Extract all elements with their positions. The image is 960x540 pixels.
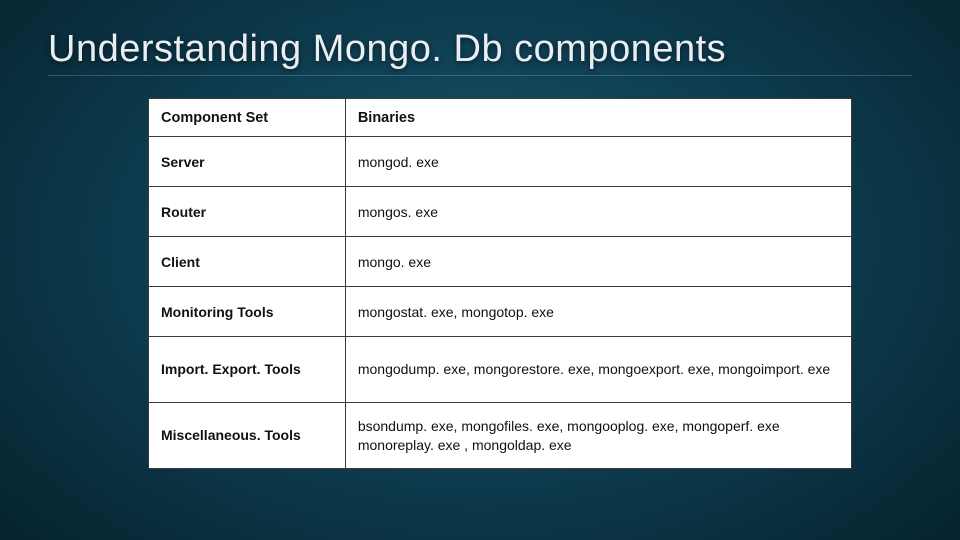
table-header-row: Component Set Binaries xyxy=(149,99,852,137)
cell-binaries: mongodump. exe, mongorestore. exe, mongo… xyxy=(345,337,851,403)
cell-component: Router xyxy=(149,187,346,237)
cell-binaries: mongo. exe xyxy=(345,237,851,287)
cell-component: Miscellaneous. Tools xyxy=(149,403,346,469)
table-row: Monitoring Toolsmongostat. exe, mongotop… xyxy=(149,287,852,337)
table-row: Miscellaneous. Toolsbsondump. exe, mongo… xyxy=(149,403,852,469)
components-table-wrap: Component Set Binaries Servermongod. exe… xyxy=(148,98,852,469)
cell-component: Client xyxy=(149,237,346,287)
cell-component: Server xyxy=(149,137,346,187)
cell-component: Import. Export. Tools xyxy=(149,337,346,403)
cell-binaries: mongod. exe xyxy=(345,137,851,187)
table-row: Import. Export. Toolsmongodump. exe, mon… xyxy=(149,337,852,403)
table-row: Routermongos. exe xyxy=(149,187,852,237)
cell-binaries: mongostat. exe, mongotop. exe xyxy=(345,287,851,337)
components-table: Component Set Binaries Servermongod. exe… xyxy=(148,98,852,469)
table-row: Servermongod. exe xyxy=(149,137,852,187)
cell-binaries: mongos. exe xyxy=(345,187,851,237)
slide: Understanding Mongo. Db components Compo… xyxy=(0,0,960,540)
table-row: Clientmongo. exe xyxy=(149,237,852,287)
header-component-set: Component Set xyxy=(149,99,346,137)
cell-component: Monitoring Tools xyxy=(149,287,346,337)
header-binaries: Binaries xyxy=(345,99,851,137)
table-body: Servermongod. exeRoutermongos. exeClient… xyxy=(149,137,852,469)
cell-binaries: bsondump. exe, mongofiles. exe, mongoopl… xyxy=(345,403,851,469)
slide-title: Understanding Mongo. Db components xyxy=(48,28,912,76)
